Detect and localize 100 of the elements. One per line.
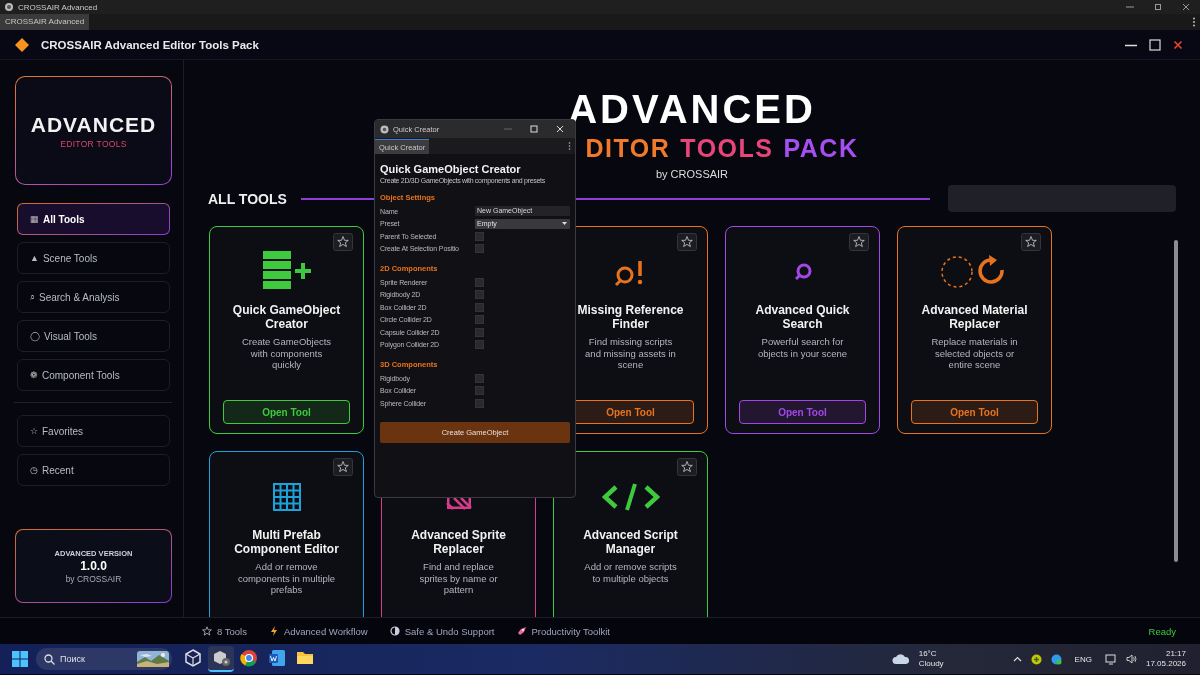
hero-subtitle-word: TOOLS: [680, 133, 774, 163]
tool-description: Find missing scripts and missing assets in scene: [584, 336, 677, 371]
more-icon[interactable]: [1192, 17, 1196, 27]
nav-item[interactable]: ◯ Visual Tools: [17, 320, 170, 352]
open-tool-button[interactable]: Open Tool: [223, 400, 350, 424]
tool-description: Replace materials in selected objects or entire scene: [930, 336, 1019, 371]
taskbar-app[interactable]: [208, 646, 234, 672]
search-field[interactable]: [948, 185, 1176, 212]
nav-label: All Tools: [43, 213, 85, 225]
nav-icon: ◯: [30, 331, 40, 341]
tool-description: Add or remove scripts to multiple objects: [583, 561, 678, 584]
checkbox[interactable]: [475, 244, 484, 254]
open-tool-button[interactable]: Open Tool: [739, 400, 866, 424]
editor-tab[interactable]: CROSSAIR Advanced: [0, 14, 90, 30]
diamond-icon: [15, 37, 29, 52]
nav-item[interactable]: ◷ Recent: [17, 454, 170, 486]
tool-title: Advanced Material Replacer: [920, 303, 1029, 331]
weather-condition: Cloudy: [918, 659, 944, 669]
hero-byline: by CROSSAIR: [655, 168, 729, 180]
tool-title: Missing Reference Finder: [576, 303, 685, 331]
hatched-square-icon: [443, 497, 474, 511]
checkbox[interactable]: [475, 386, 484, 396]
windows-icon[interactable]: [12, 651, 28, 667]
checkbox[interactable]: [475, 373, 484, 383]
nav-item[interactable]: ⌕ Search & Analysis: [17, 281, 170, 313]
close-icon[interactable]: [1173, 39, 1183, 50]
window-heading: Quick GameObject Creator: [380, 163, 522, 175]
hero-title: ADVANCED: [568, 87, 816, 131]
close-icon[interactable]: [1182, 3, 1190, 11]
tray-app-icon[interactable]: [1030, 653, 1042, 665]
search-field[interactable]: Поиск: [36, 648, 172, 670]
tool-title: Advanced Sprite Replacer: [410, 528, 507, 556]
monitor-icon[interactable]: [1104, 653, 1117, 665]
more-icon[interactable]: [568, 142, 571, 150]
nav-icon: ⌕: [30, 291, 35, 303]
search-icon: [44, 653, 55, 665]
checkbox[interactable]: [475, 231, 484, 241]
tool-description: Create GameObjects with components quickly: [240, 336, 333, 371]
version-number: 1.0.0: [80, 558, 107, 573]
checkbox[interactable]: [475, 302, 484, 312]
tool-description: Powerful search for objects in your scene: [756, 336, 849, 359]
nav-item[interactable]: ▦ All Tools: [17, 203, 170, 235]
half-circle-icon: [389, 626, 400, 636]
nav-item[interactable]: ❁ Component Tools: [17, 359, 170, 391]
cube-icon: [183, 648, 203, 668]
checkbox[interactable]: [475, 398, 484, 408]
app-icon: [380, 124, 389, 134]
hero-subtitle-word: PACK: [783, 133, 859, 163]
tool-title: Multi Prefab Component Editor: [233, 528, 340, 556]
rocket-icon: [516, 626, 527, 636]
open-tool-button[interactable]: Open Tool: [911, 400, 1038, 424]
search-input[interactable]: Поиск: [60, 654, 132, 664]
nav-icon: ▲: [30, 253, 39, 263]
speaker-icon[interactable]: [1125, 654, 1137, 664]
weather-temperature: 16°C: [918, 649, 938, 659]
status-text: Advanced Workflow: [283, 625, 368, 637]
gear-cube-icon: [211, 648, 231, 668]
search-icon: [792, 262, 813, 282]
app-title: CROSSAIR Advanced Editor Tools Pack: [41, 38, 259, 51]
app-icon: [4, 2, 14, 12]
language-indicator[interactable]: ENG: [1074, 654, 1092, 664]
version-author: by CROSSAIR: [65, 573, 122, 584]
logo-title: ADVANCED: [30, 112, 157, 137]
nav-icon: ◷: [30, 465, 38, 475]
document-icon: [267, 648, 287, 668]
clock-date[interactable]: 17.05.2026: [1145, 659, 1186, 669]
hero-subtitle-word: DITOR: [585, 133, 671, 163]
star-icon: [202, 626, 212, 636]
nav-icon: ❁: [30, 370, 38, 380]
tool-title: Advanced Quick Search: [754, 303, 851, 331]
nav-label: Visual Tools: [44, 330, 97, 342]
nav-item[interactable]: ☆ Favorites: [17, 415, 170, 447]
chevron-up-icon[interactable]: [1012, 656, 1022, 662]
clock-time[interactable]: 21:17: [1165, 649, 1186, 659]
checkbox[interactable]: [475, 290, 484, 300]
grid-icon: [271, 482, 302, 512]
checkbox[interactable]: [475, 277, 484, 287]
section-title: ALL TOOLS: [208, 190, 287, 207]
maximize-icon[interactable]: [1154, 3, 1162, 11]
scroll-thumb[interactable]: [1174, 240, 1178, 562]
status-text: Safe & Undo Support: [404, 625, 495, 637]
chrome-icon: [239, 648, 259, 668]
status-text: Productivity Toolkit: [531, 625, 610, 637]
tool-description: Find and replace sprites by name or pattern: [418, 561, 499, 596]
nav-label: Component Tools: [42, 369, 120, 381]
nav-item[interactable]: ▲ Scene Tools: [17, 242, 170, 274]
checkbox[interactable]: [475, 340, 484, 350]
status-text: 8 Tools: [217, 625, 247, 637]
tool-title: Quick GameObject Creator: [231, 303, 342, 331]
window-title: CROSSAIR Advanced: [18, 2, 98, 12]
nav-icon: ☆: [30, 426, 38, 436]
code-icon: [601, 482, 660, 512]
tool-description: Add or remove components in multiple prefabs: [237, 561, 336, 596]
nav-icon: ▦: [30, 214, 39, 224]
nav-label: Favorites: [42, 425, 84, 437]
cloud-icon: [891, 653, 910, 665]
nav-label: Recent: [42, 464, 74, 476]
nav-label: Scene Tools: [42, 252, 98, 264]
checkbox[interactable]: [475, 327, 484, 337]
checkbox[interactable]: [475, 315, 484, 325]
